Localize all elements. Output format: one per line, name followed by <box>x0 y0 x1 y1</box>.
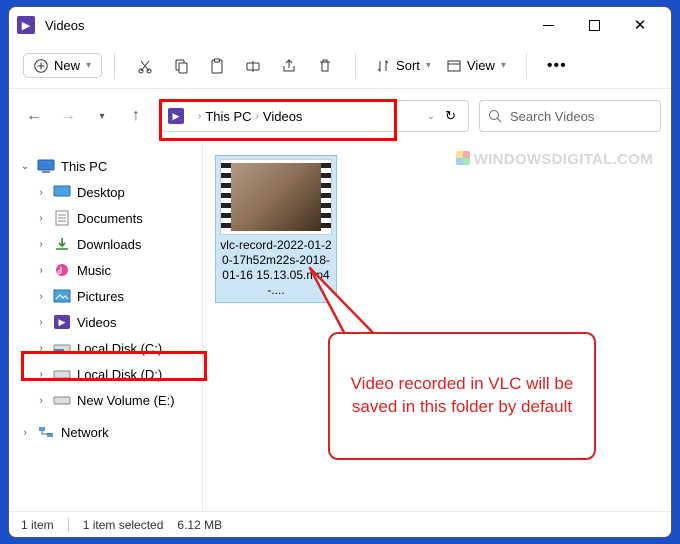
share-icon <box>281 58 297 74</box>
chevron-right-icon: › <box>35 317 47 328</box>
statusbar: 1 item 1 item selected 6.12 MB <box>9 511 671 537</box>
chevron-down-icon[interactable]: ⌄ <box>427 111 435 122</box>
paste-button[interactable] <box>199 51 235 81</box>
nav-row: ← → ▾ ↑ ▶ › This PC › Videos ⌄ ↻ Search … <box>9 89 671 143</box>
pc-icon <box>37 158 55 174</box>
share-button[interactable] <box>271 51 307 81</box>
recent-button[interactable]: ▾ <box>87 101 117 131</box>
sidebar-item-disk-d[interactable]: › Local Disk (D:) <box>13 361 198 387</box>
arrow-up-icon: ↑ <box>132 107 140 125</box>
chevron-down-icon: ▾ <box>426 60 431 71</box>
view-icon <box>447 59 461 73</box>
sidebar: ⌄ This PC › Desktop › Documents › Downlo… <box>9 143 203 511</box>
videos-app-icon: ▶ <box>17 16 35 34</box>
status-size: 6.12 MB <box>177 518 222 532</box>
network-icon <box>37 424 55 440</box>
chevron-right-icon: › <box>35 369 47 380</box>
more-button[interactable]: ••• <box>539 57 575 75</box>
disk-icon <box>53 366 71 382</box>
ellipsis-icon: ••• <box>547 57 567 74</box>
refresh-button[interactable]: ↻ <box>445 108 456 124</box>
chevron-down-icon: ▾ <box>99 111 104 122</box>
breadcrumb-folder[interactable]: Videos <box>263 109 303 124</box>
copy-icon <box>173 58 189 74</box>
separator <box>526 53 527 79</box>
new-button[interactable]: New ▾ <box>23 53 102 78</box>
view-button[interactable]: View ▾ <box>439 54 514 77</box>
chevron-right-icon: › <box>35 291 47 302</box>
chevron-down-icon: ▾ <box>501 60 506 71</box>
chevron-right-icon: › <box>35 213 47 224</box>
chevron-down-icon: ▾ <box>86 60 91 71</box>
sort-icon <box>376 59 390 73</box>
chevron-right-icon: › <box>19 427 31 438</box>
disk-icon <box>53 392 71 408</box>
rename-button[interactable] <box>235 51 271 81</box>
up-button[interactable]: ↑ <box>121 101 151 131</box>
forward-button[interactable]: → <box>53 101 83 131</box>
watermark-logo-icon <box>456 151 470 165</box>
sidebar-item-disk-c[interactable]: › Local Disk (C:) <box>13 335 198 361</box>
sidebar-item-downloads[interactable]: › Downloads <box>13 231 198 257</box>
breadcrumb-root[interactable]: This PC <box>205 109 251 124</box>
maximize-button[interactable] <box>571 7 617 43</box>
copy-button[interactable] <box>163 51 199 81</box>
chevron-right-icon: › <box>35 265 47 276</box>
search-input[interactable]: Search Videos <box>479 100 661 132</box>
sidebar-item-documents[interactable]: › Documents <box>13 205 198 231</box>
status-count: 1 item <box>21 518 54 532</box>
sidebar-item-network[interactable]: › Network <box>13 419 198 445</box>
watermark: WINDOWSDIGITAL.COM <box>456 151 653 168</box>
separator <box>355 53 356 79</box>
titlebar: ▶ Videos ✕ <box>9 7 671 43</box>
sidebar-item-pictures[interactable]: › Pictures <box>13 283 198 309</box>
close-button[interactable]: ✕ <box>617 7 663 43</box>
sidebar-item-desktop[interactable]: › Desktop <box>13 179 198 205</box>
pictures-icon <box>53 288 71 304</box>
disk-icon <box>53 340 71 356</box>
videos-icon: ▶ <box>53 314 71 330</box>
chevron-right-icon: › <box>256 111 259 122</box>
rename-icon <box>245 58 261 74</box>
chevron-right-icon: › <box>198 111 201 122</box>
address-bar[interactable]: ▶ › This PC › Videos ⌄ ↻ <box>161 100 469 132</box>
maximize-icon <box>589 20 600 31</box>
chevron-right-icon: › <box>35 187 47 198</box>
sidebar-item-this-pc[interactable]: ⌄ This PC <box>13 153 198 179</box>
chevron-right-icon: › <box>35 395 47 406</box>
annotation-callout: Video recorded in VLC will be saved in t… <box>328 332 596 460</box>
minimize-button[interactable] <box>525 7 571 43</box>
separator <box>114 53 115 79</box>
arrow-right-icon: → <box>60 107 76 125</box>
scissors-icon <box>137 58 153 74</box>
window-title: Videos <box>45 18 525 33</box>
search-icon <box>488 109 502 123</box>
sidebar-item-music[interactable]: › Music <box>13 257 198 283</box>
sort-button[interactable]: Sort ▾ <box>368 54 439 77</box>
status-selected: 1 item selected <box>83 518 164 532</box>
documents-icon <box>53 210 71 226</box>
minimize-icon <box>543 20 554 31</box>
downloads-icon <box>53 236 71 252</box>
paste-icon <box>209 58 225 74</box>
videos-folder-icon: ▶ <box>168 108 184 124</box>
close-icon: ✕ <box>634 16 647 34</box>
back-button[interactable]: ← <box>19 101 49 131</box>
arrow-left-icon: ← <box>26 107 42 125</box>
desktop-icon <box>53 184 71 200</box>
trash-icon <box>317 58 333 74</box>
delete-button[interactable] <box>307 51 343 81</box>
sidebar-item-disk-e[interactable]: › New Volume (E:) <box>13 387 198 413</box>
toolbar: New ▾ Sort ▾ View ▾ ••• <box>9 43 671 89</box>
cut-button[interactable] <box>127 51 163 81</box>
chevron-right-icon: › <box>35 239 47 250</box>
sidebar-item-videos[interactable]: › ▶ Videos <box>13 309 198 335</box>
chevron-right-icon: › <box>35 343 47 354</box>
chevron-down-icon: ⌄ <box>19 161 31 172</box>
music-icon <box>53 262 71 278</box>
plus-icon <box>34 59 48 73</box>
video-thumbnail <box>221 160 331 234</box>
